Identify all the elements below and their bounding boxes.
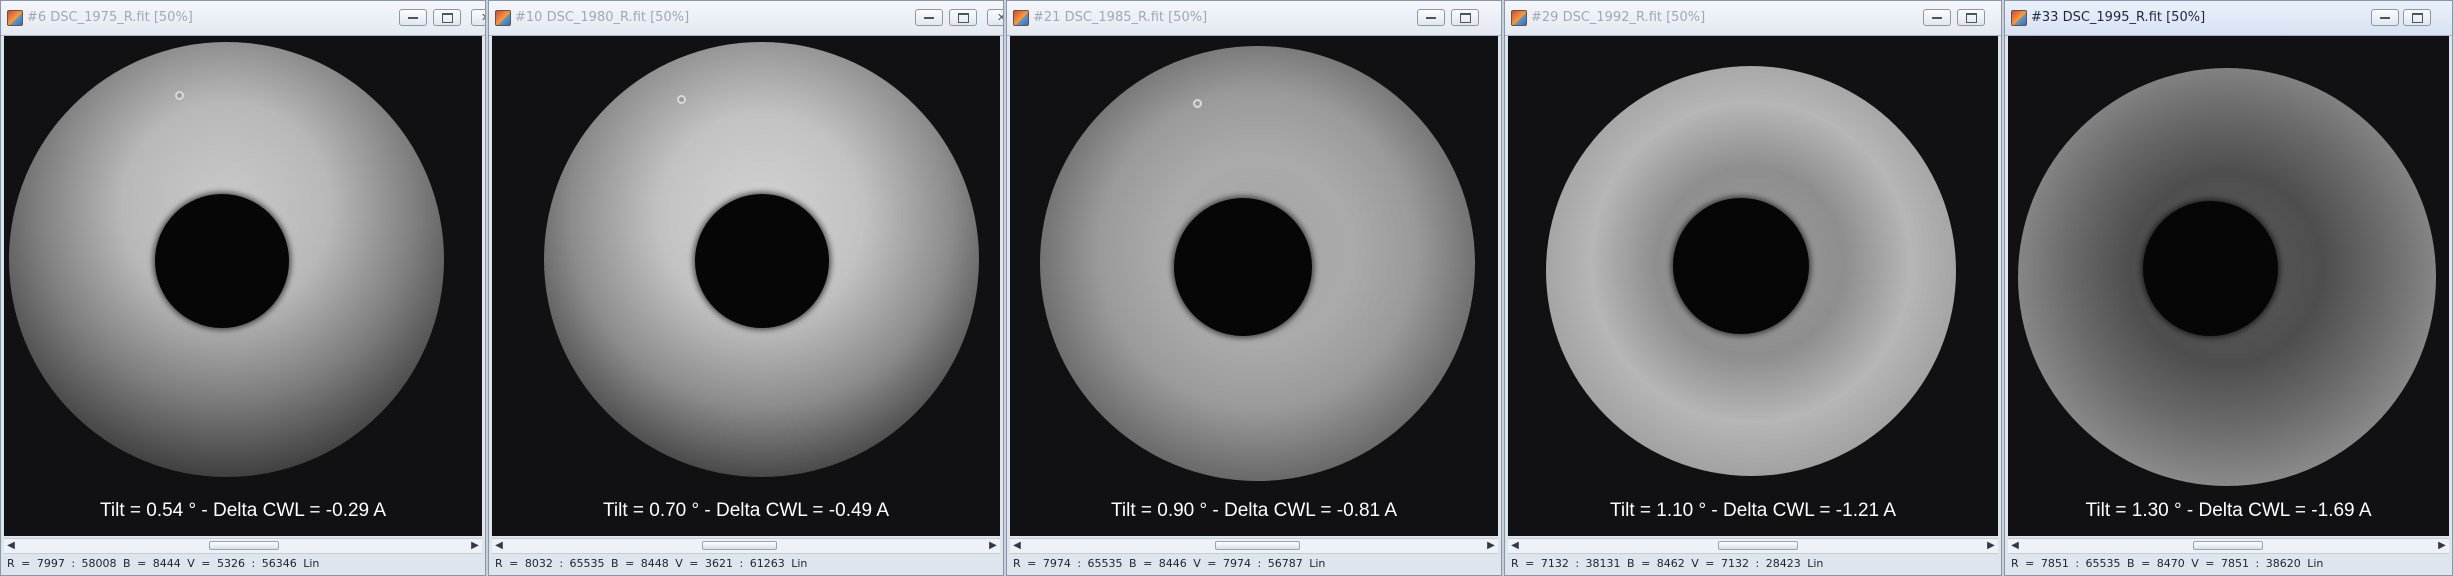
- image-window-2[interactable]: #10 DSC_1980_R.fit [50%] Tilt = 0.70 ° -…: [488, 0, 1004, 576]
- chevron-right-icon[interactable]: ▶: [1984, 539, 1998, 553]
- chevron-left-icon[interactable]: ◀: [4, 539, 18, 553]
- chevron-left-icon[interactable]: ◀: [492, 539, 506, 553]
- window-titlebar[interactable]: #10 DSC_1980_R.fit [50%]: [489, 1, 1003, 36]
- scrollbar-thumb[interactable]: [1215, 541, 1300, 550]
- scrollbar-thumb[interactable]: [702, 541, 777, 550]
- window-titlebar[interactable]: #29 DSC_1992_R.fit [50%]: [1505, 1, 2001, 36]
- horizontal-scrollbar[interactable]: ◀ ▶: [1010, 538, 1498, 554]
- chevron-right-icon[interactable]: ▶: [468, 539, 482, 553]
- status-bar-text: R = 7132 : 38131 B = 8462 V = 7132 : 284…: [1511, 557, 1824, 570]
- window-title: #33 DSC_1995_R.fit [50%]: [2031, 10, 2206, 25]
- ring-center-hole: [155, 194, 289, 328]
- window-titlebar[interactable]: #33 DSC_1995_R.fit [50%]: [2005, 1, 2452, 36]
- image-canvas[interactable]: Tilt = 0.90 ° - Delta CWL = -0.81 A: [1010, 36, 1498, 536]
- fits-image-icon: [495, 10, 511, 26]
- fits-image-icon: [7, 10, 23, 26]
- image-canvas[interactable]: Tilt = 0.54 ° - Delta CWL = -0.29 A: [4, 36, 482, 536]
- status-bar-text: R = 7974 : 65535 B = 8446 V = 7974 : 567…: [1013, 557, 1326, 570]
- horizontal-scrollbar[interactable]: ◀ ▶: [4, 538, 482, 554]
- window-title: #29 DSC_1992_R.fit [50%]: [1531, 10, 1706, 25]
- status-bar-text: R = 7851 : 65535 B = 8470 V = 7851 : 386…: [2011, 557, 2324, 570]
- minimize-button[interactable]: [915, 9, 943, 26]
- maximize-button[interactable]: [949, 9, 977, 26]
- image-caption: Tilt = 1.10 ° - Delta CWL = -1.21 A: [1609, 500, 1897, 521]
- scrollbar-thumb[interactable]: [2193, 541, 2263, 550]
- image-caption: Tilt = 0.90 ° - Delta CWL = -0.81 A: [1110, 500, 1398, 521]
- fits-image-icon: [1511, 10, 1527, 26]
- image-window-3[interactable]: #21 DSC_1985_R.fit [50%] Tilt = 0.90 ° -…: [1006, 0, 1502, 576]
- ring-center-hole: [695, 194, 829, 328]
- maximize-button[interactable]: [433, 9, 461, 26]
- dust-speck: [1193, 99, 1202, 108]
- chevron-right-icon[interactable]: ▶: [986, 539, 1000, 553]
- chevron-left-icon[interactable]: ◀: [2008, 539, 2022, 553]
- status-bar-text: R = 8032 : 65535 B = 8448 V = 3621 : 612…: [495, 557, 808, 570]
- image-canvas[interactable]: Tilt = 1.10 ° - Delta CWL = -1.21 A: [1508, 36, 1998, 536]
- maximize-button[interactable]: [1957, 9, 1985, 26]
- status-bar-text: R = 7997 : 58008 B = 8444 V = 5326 : 563…: [7, 557, 320, 570]
- dust-speck: [175, 91, 184, 100]
- window-title: #6 DSC_1975_R.fit [50%]: [27, 10, 193, 25]
- minimize-button[interactable]: [1417, 9, 1445, 26]
- horizontal-scrollbar[interactable]: ◀ ▶: [1508, 538, 1998, 554]
- image-canvas[interactable]: Tilt = 0.70 ° - Delta CWL = -0.49 A: [492, 36, 1000, 536]
- chevron-left-icon[interactable]: ◀: [1508, 539, 1522, 553]
- horizontal-scrollbar[interactable]: ◀ ▶: [492, 538, 1000, 554]
- image-window-1[interactable]: #6 DSC_1975_R.fit [50%] Tilt = 0.54 ° - …: [0, 0, 486, 576]
- fits-image-icon: [1013, 10, 1029, 26]
- image-canvas[interactable]: Tilt = 1.30 ° - Delta CWL = -1.69 A: [2008, 36, 2449, 536]
- horizontal-scrollbar[interactable]: ◀ ▶: [2008, 538, 2449, 554]
- image-window-5[interactable]: #33 DSC_1995_R.fit [50%] Tilt = 1.30 ° -…: [2004, 0, 2453, 576]
- minimize-button[interactable]: [1923, 9, 1951, 26]
- ring-center-hole: [1174, 198, 1312, 336]
- dust-speck: [677, 95, 686, 104]
- chevron-left-icon[interactable]: ◀: [1010, 539, 1024, 553]
- ring-center-hole: [2143, 201, 2278, 336]
- ring-center-hole: [1673, 198, 1809, 334]
- chevron-right-icon[interactable]: ▶: [2435, 539, 2449, 553]
- close-button[interactable]: [987, 9, 1003, 26]
- image-window-4[interactable]: #29 DSC_1992_R.fit [50%] Tilt = 1.10 ° -…: [1504, 0, 2002, 576]
- chevron-right-icon[interactable]: ▶: [1484, 539, 1498, 553]
- window-title: #21 DSC_1985_R.fit [50%]: [1033, 10, 1208, 25]
- image-caption: Tilt = 1.30 ° - Delta CWL = -1.69 A: [2085, 500, 2372, 521]
- image-caption: Tilt = 0.70 ° - Delta CWL = -0.49 A: [602, 500, 890, 521]
- window-titlebar[interactable]: #6 DSC_1975_R.fit [50%]: [1, 1, 485, 36]
- window-titlebar[interactable]: #21 DSC_1985_R.fit [50%]: [1007, 1, 1501, 36]
- close-button[interactable]: [471, 9, 485, 26]
- maximize-button[interactable]: [2403, 9, 2431, 26]
- minimize-button[interactable]: [399, 9, 427, 26]
- window-title: #10 DSC_1980_R.fit [50%]: [515, 10, 690, 25]
- maximize-button[interactable]: [1451, 9, 1479, 26]
- fits-image-icon: [2011, 10, 2027, 26]
- scrollbar-thumb[interactable]: [1718, 541, 1798, 550]
- minimize-button[interactable]: [2371, 9, 2399, 26]
- scrollbar-thumb[interactable]: [209, 541, 279, 550]
- image-caption: Tilt = 0.54 ° - Delta CWL = -0.29 A: [99, 500, 387, 521]
